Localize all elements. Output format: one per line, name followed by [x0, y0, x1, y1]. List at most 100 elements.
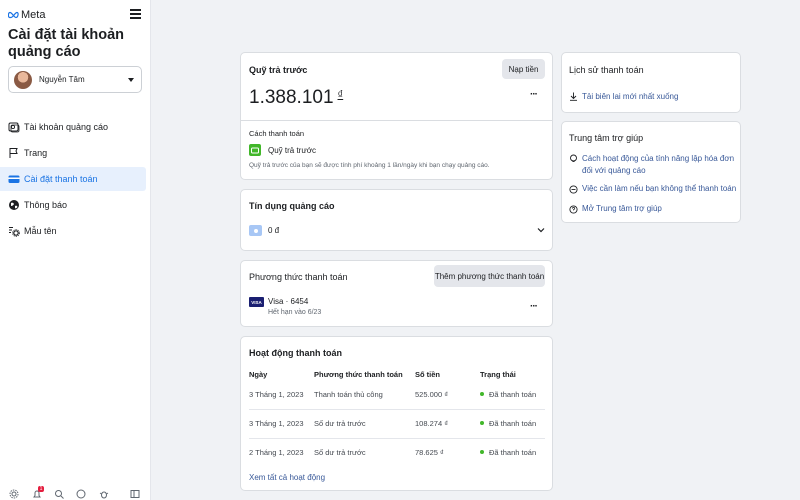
ad-credit-row: 0 đ	[249, 225, 279, 236]
coupon-icon	[249, 225, 262, 236]
sidebar: Meta Cài đặt tài khoản quảng cáo Nguyễn …	[0, 0, 151, 500]
status-label: Đã thanh toán	[489, 448, 537, 458]
cell-status: Đã thanh toán	[480, 437, 545, 467]
status-label: Đã thanh toán	[489, 389, 537, 399]
sidebar-item-label: Cài đặt thanh toán	[24, 174, 98, 184]
chevron-down-icon[interactable]	[537, 227, 545, 233]
ad-credit-amount: 0 đ	[268, 226, 280, 235]
status-label: Đã thanh toán	[489, 419, 537, 428]
history-title: Lịch sử thanh toán	[569, 65, 644, 75]
payment-method-row: Quỹ trả trước	[249, 144, 316, 156]
add-funds-button[interactable]: Nạp tiền	[502, 59, 545, 79]
card-name: Visa · 6454	[268, 297, 309, 306]
globe-icon	[8, 199, 20, 211]
sidebar-item-pages[interactable]: Trang	[0, 141, 151, 165]
cell-status: Đã thanh toán	[480, 380, 545, 409]
credit-card-icon	[8, 173, 20, 185]
gear-list-icon	[8, 225, 20, 237]
column-header: Trạng thái	[480, 369, 516, 379]
payment-method-description: Quỹ trả trước của bạn sẽ được tính phí k…	[249, 162, 490, 169]
wallet-icon	[249, 144, 261, 156]
divider	[241, 120, 552, 121]
sidebar-item-label: Trang	[24, 148, 48, 158]
payment-method-heading: Cách thanh toán	[249, 129, 305, 138]
payment-methods-card: Phương thức thanh toán Thêm phương thức …	[240, 260, 553, 327]
sidebar-item-label: Mẫu tên	[24, 226, 57, 236]
download-receipt-link[interactable]: Tải biên lai mới nhất xuống	[582, 92, 678, 101]
status-dot	[480, 450, 484, 455]
card-more-options-icon[interactable]: ···	[530, 301, 538, 312]
caret-down-icon	[128, 77, 134, 82]
bug-report-icon[interactable]	[99, 489, 109, 499]
status-dot	[480, 391, 484, 396]
sidebar-item-label: Tài khoản quảng cáo	[24, 122, 109, 132]
brand-name: Meta	[21, 9, 46, 21]
settings-icon[interactable]	[9, 489, 19, 499]
cell-method: Số dư trả trước	[314, 408, 415, 438]
table-row[interactable]: 2 Tháng 1, 2023 Số dư trả trước 78.625 ₫…	[249, 437, 545, 467]
help-link-row[interactable]: Việc cần làm nếu bạn không thể thanh toá…	[569, 184, 736, 194]
page-title: Cài đặt tài khoản quảng cáo	[8, 27, 125, 60]
meta-infinity-icon	[8, 11, 19, 19]
status-dot	[480, 421, 484, 425]
table-header: Ngày Phương thức thanh toán Số tiền Trạn…	[249, 368, 545, 380]
account-name: Nguyễn Tâm	[39, 75, 85, 84]
column-header: Phương thức thanh toán	[314, 369, 403, 379]
blocked-icon	[569, 185, 578, 194]
visa-logo: VISA	[249, 297, 264, 307]
sidebar-footer: 1	[0, 486, 151, 500]
help-link[interactable]: Mở Trung tâm trợ giúp	[582, 204, 662, 213]
help-link-row[interactable]: Mở Trung tâm trợ giúp	[569, 204, 662, 214]
cell-status: Đã thanh toán	[480, 408, 545, 438]
sidebar-item-notifications[interactable]: Thông báo	[0, 193, 151, 217]
lightbulb-icon	[570, 154, 577, 162]
notification-badge: 1	[38, 486, 44, 492]
prepaid-title: Quỹ trả trước	[249, 65, 308, 75]
sidebar-item-ad-accounts[interactable]: Tài khoản quảng cáo	[0, 115, 151, 139]
cell-method: Thanh toán thủ công	[314, 389, 383, 399]
download-receipt-row[interactable]: Tải biên lai mới nhất xuống	[569, 92, 678, 101]
cell-date: 3 Tháng 1, 2023	[249, 389, 304, 399]
help-link-row[interactable]: Cách hoạt động của tính năng lập hóa đơn…	[569, 153, 735, 176]
account-selector[interactable]: Nguyễn Tâm	[8, 66, 142, 93]
card-expiry: Hết hạn vào 6/23	[268, 309, 322, 316]
avatar	[14, 70, 32, 89]
meta-logo[interactable]: Meta	[8, 9, 45, 21]
cell-date: 2 Tháng 1, 2023	[249, 437, 314, 467]
help-center-card: Trung tâm trợ giúp Cách hoạt động của tí…	[561, 121, 741, 223]
help-circle-icon	[569, 205, 578, 214]
add-payment-method-button[interactable]: Thêm phương thức thanh toán	[434, 265, 545, 287]
ad-accounts-icon	[8, 121, 20, 133]
help-link[interactable]: Việc cần làm nếu bạn không thể thanh toá…	[582, 184, 736, 193]
activity-title: Hoạt động thanh toán	[249, 348, 342, 358]
sidebar-nav: Tài khoản quảng cáo Trang Cài đặt thanh …	[0, 115, 151, 245]
balance-amount: 1.388.101	[249, 87, 334, 108]
sidebar-item-label: Thông báo	[24, 200, 68, 210]
cell-amount: 525.000 ₫	[415, 389, 449, 399]
payment-history-card: Lịch sử thanh toán Tải biên lai mới nhất…	[561, 52, 741, 113]
search-icon[interactable]	[54, 489, 64, 499]
table-row[interactable]: 3 Tháng 1, 2023 Số dư trả trước 108.274 …	[249, 408, 545, 438]
payment-methods-title: Phương thức thanh toán	[249, 272, 348, 282]
view-all-activity-link[interactable]: Xem tất cả hoạt động	[249, 473, 325, 482]
help-icon[interactable]	[76, 489, 86, 499]
panel-toggle-icon[interactable]	[130, 489, 140, 499]
prepaid-funds-card: Quỹ trả trước Nạp tiền 1.388.101 ₫ ··· Cá…	[240, 52, 553, 180]
column-header: Số tiền	[415, 369, 441, 379]
menu-icon[interactable]	[130, 9, 141, 19]
balance-currency: ₫	[337, 89, 344, 101]
ad-credit-card: Tín dụng quảng cáo 0 đ	[240, 189, 553, 251]
cell-date: 3 Tháng 1, 2023	[249, 408, 314, 438]
sidebar-item-name-templates[interactable]: Mẫu tên	[0, 219, 151, 243]
flag-icon	[8, 147, 20, 159]
payment-method-name: Quỹ trả trước	[268, 145, 316, 155]
cell-amount: 78.625 ₫	[415, 437, 480, 467]
cell-amount: 108.274 ₫	[415, 408, 480, 438]
more-options-icon[interactable]: ···	[530, 89, 538, 100]
table-row[interactable]: 3 Tháng 1, 2023 Thanh toán thủ công 525.…	[249, 380, 545, 409]
ad-credit-title: Tín dụng quảng cáo	[249, 201, 335, 211]
activity-table: Ngày Phương thức thanh toán Số tiền Trạn…	[249, 368, 545, 467]
sidebar-item-payment-settings[interactable]: Cài đặt thanh toán	[0, 167, 146, 191]
help-title: Trung tâm trợ giúp	[569, 133, 644, 143]
help-link[interactable]: Cách hoạt động của tính năng lập hóa đơn…	[582, 153, 735, 176]
